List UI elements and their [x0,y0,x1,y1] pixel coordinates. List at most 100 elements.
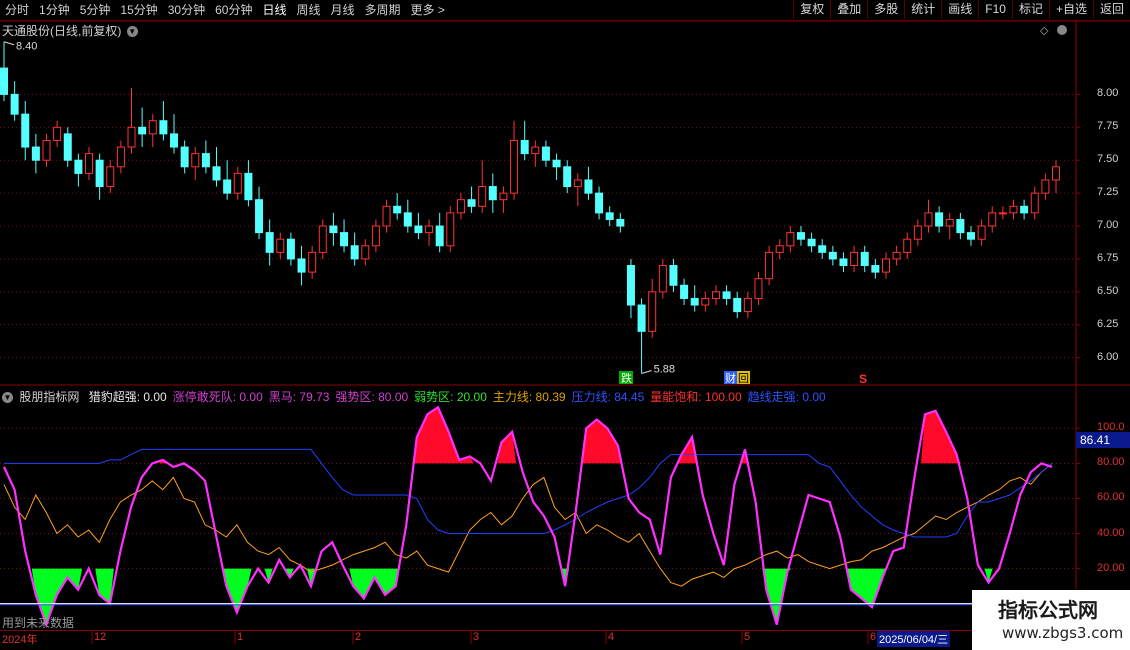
candle-body [1030,192,1039,214]
candle-body [382,205,391,227]
candle-body [467,199,476,207]
main-force-line [3,463,1053,587]
candle-body [924,212,933,227]
candle-body [892,251,901,260]
indicator-tick-label: 60.00 [1097,491,1125,504]
candle-body [956,218,965,234]
high-pointer [3,41,15,46]
candle-body [414,225,423,234]
watermark-title: 指标公式网 [998,598,1098,622]
candle-body [340,232,349,247]
candle-body [350,245,359,260]
chevron-down-icon[interactable]: ▼ [2,392,13,404]
price-tick-label: 8.00 [1097,87,1119,100]
price-tick-label: 7.25 [1097,186,1119,199]
price-tick-label: 7.00 [1097,219,1119,232]
diamond-icon: ◇ [1040,24,1049,37]
date-label: 2025/06/04/三 [877,631,951,647]
candle-body [286,238,295,260]
s-marker: S [859,372,867,386]
candle-body [456,199,465,214]
candle-body [573,179,582,188]
candle-body [818,245,827,253]
date-label: 2 [355,631,362,643]
candle-body [106,166,115,188]
candle-body [743,297,752,313]
indicator-field-0: 猎豹超强: 0.00 [88,390,167,404]
candle-body [403,212,412,227]
candle-body [850,251,859,267]
candle-body [552,159,561,168]
indicator-field-1: 涨停敢死队: 0.00 [172,390,263,404]
candle-body [127,126,136,148]
candle-body [85,153,94,174]
candle-body [988,212,997,227]
die-marker: 跌 [621,371,632,385]
candle-body [74,159,83,174]
candle-body [871,265,880,273]
candle-body [276,238,285,253]
price-tick-label: 7.50 [1097,153,1119,166]
candle-body [690,297,699,306]
candle-body [605,212,614,220]
candle-body [148,120,157,135]
candle-body [595,192,604,214]
candle-body [63,133,72,161]
settings-circle-icon [1057,25,1067,35]
candle-body [881,258,890,273]
date-label: 1 [237,631,244,643]
date-label: 6 [870,631,877,643]
candle-body [722,291,731,299]
candle-body [0,67,8,95]
candle-body [318,225,327,253]
candle-body [648,291,657,332]
candle-body [935,212,944,227]
date-label: 2024年 [2,634,38,646]
candle-body [488,186,497,201]
candle-body [255,199,264,234]
indicator-tick-label: 80.00 [1097,456,1125,469]
candle-body [233,172,242,194]
candle-body [265,232,274,253]
hui-marker: 回 [738,372,749,385]
candle-body [329,225,338,234]
indicator-name[interactable]: 股朋指标网 [19,390,79,404]
date-label: 5 [744,631,751,643]
site-watermark: 指标公式网 www.zbgs3.com [972,590,1130,650]
candle-body [95,159,104,188]
candle-body [701,297,710,306]
candle-body [733,297,742,313]
candle-body [616,218,625,227]
candle-body [170,133,179,148]
candle-body [244,172,253,201]
candle-body [435,225,444,247]
candle-body [223,179,232,194]
indicator-field-5: 主力线: 80.39 [492,390,566,404]
candle-body [510,139,519,194]
candle-body [361,245,370,260]
candle-body [860,251,869,267]
indicator-tick-label: 20.00 [1097,561,1125,574]
candle-body [541,146,550,161]
candle-body [945,218,954,227]
indicator-field-6: 压力线: 84.45 [571,390,645,404]
date-label: 12 [94,631,107,643]
indicator-title-bar: ▼ 股朋指标网 猎豹超强: 0.00 涨停敢死队: 0.00 黑马: 79.73 强势… [2,388,832,405]
low-pointer [641,369,652,374]
candle-body [201,153,210,168]
overbought-fill [158,407,961,464]
price-tick-label: 7.75 [1097,120,1119,133]
candle-body [977,225,986,240]
candle-body [180,146,189,168]
indicator-tick-label: 40.00 [1097,526,1125,539]
candle-body [680,284,689,299]
kline-chart[interactable]: 8.40 5.88 跌 财回 S ◇ [0,0,1130,650]
candle-body [446,212,455,247]
candle-body [116,146,125,168]
candle-body [966,232,975,240]
indicator-field-2: 黑马: 79.73 [268,390,330,404]
candle-body [913,225,922,240]
price-tick-label: 6.50 [1097,284,1119,297]
candle-body [138,126,147,135]
current-value-badge: 86.41 [1076,432,1130,448]
